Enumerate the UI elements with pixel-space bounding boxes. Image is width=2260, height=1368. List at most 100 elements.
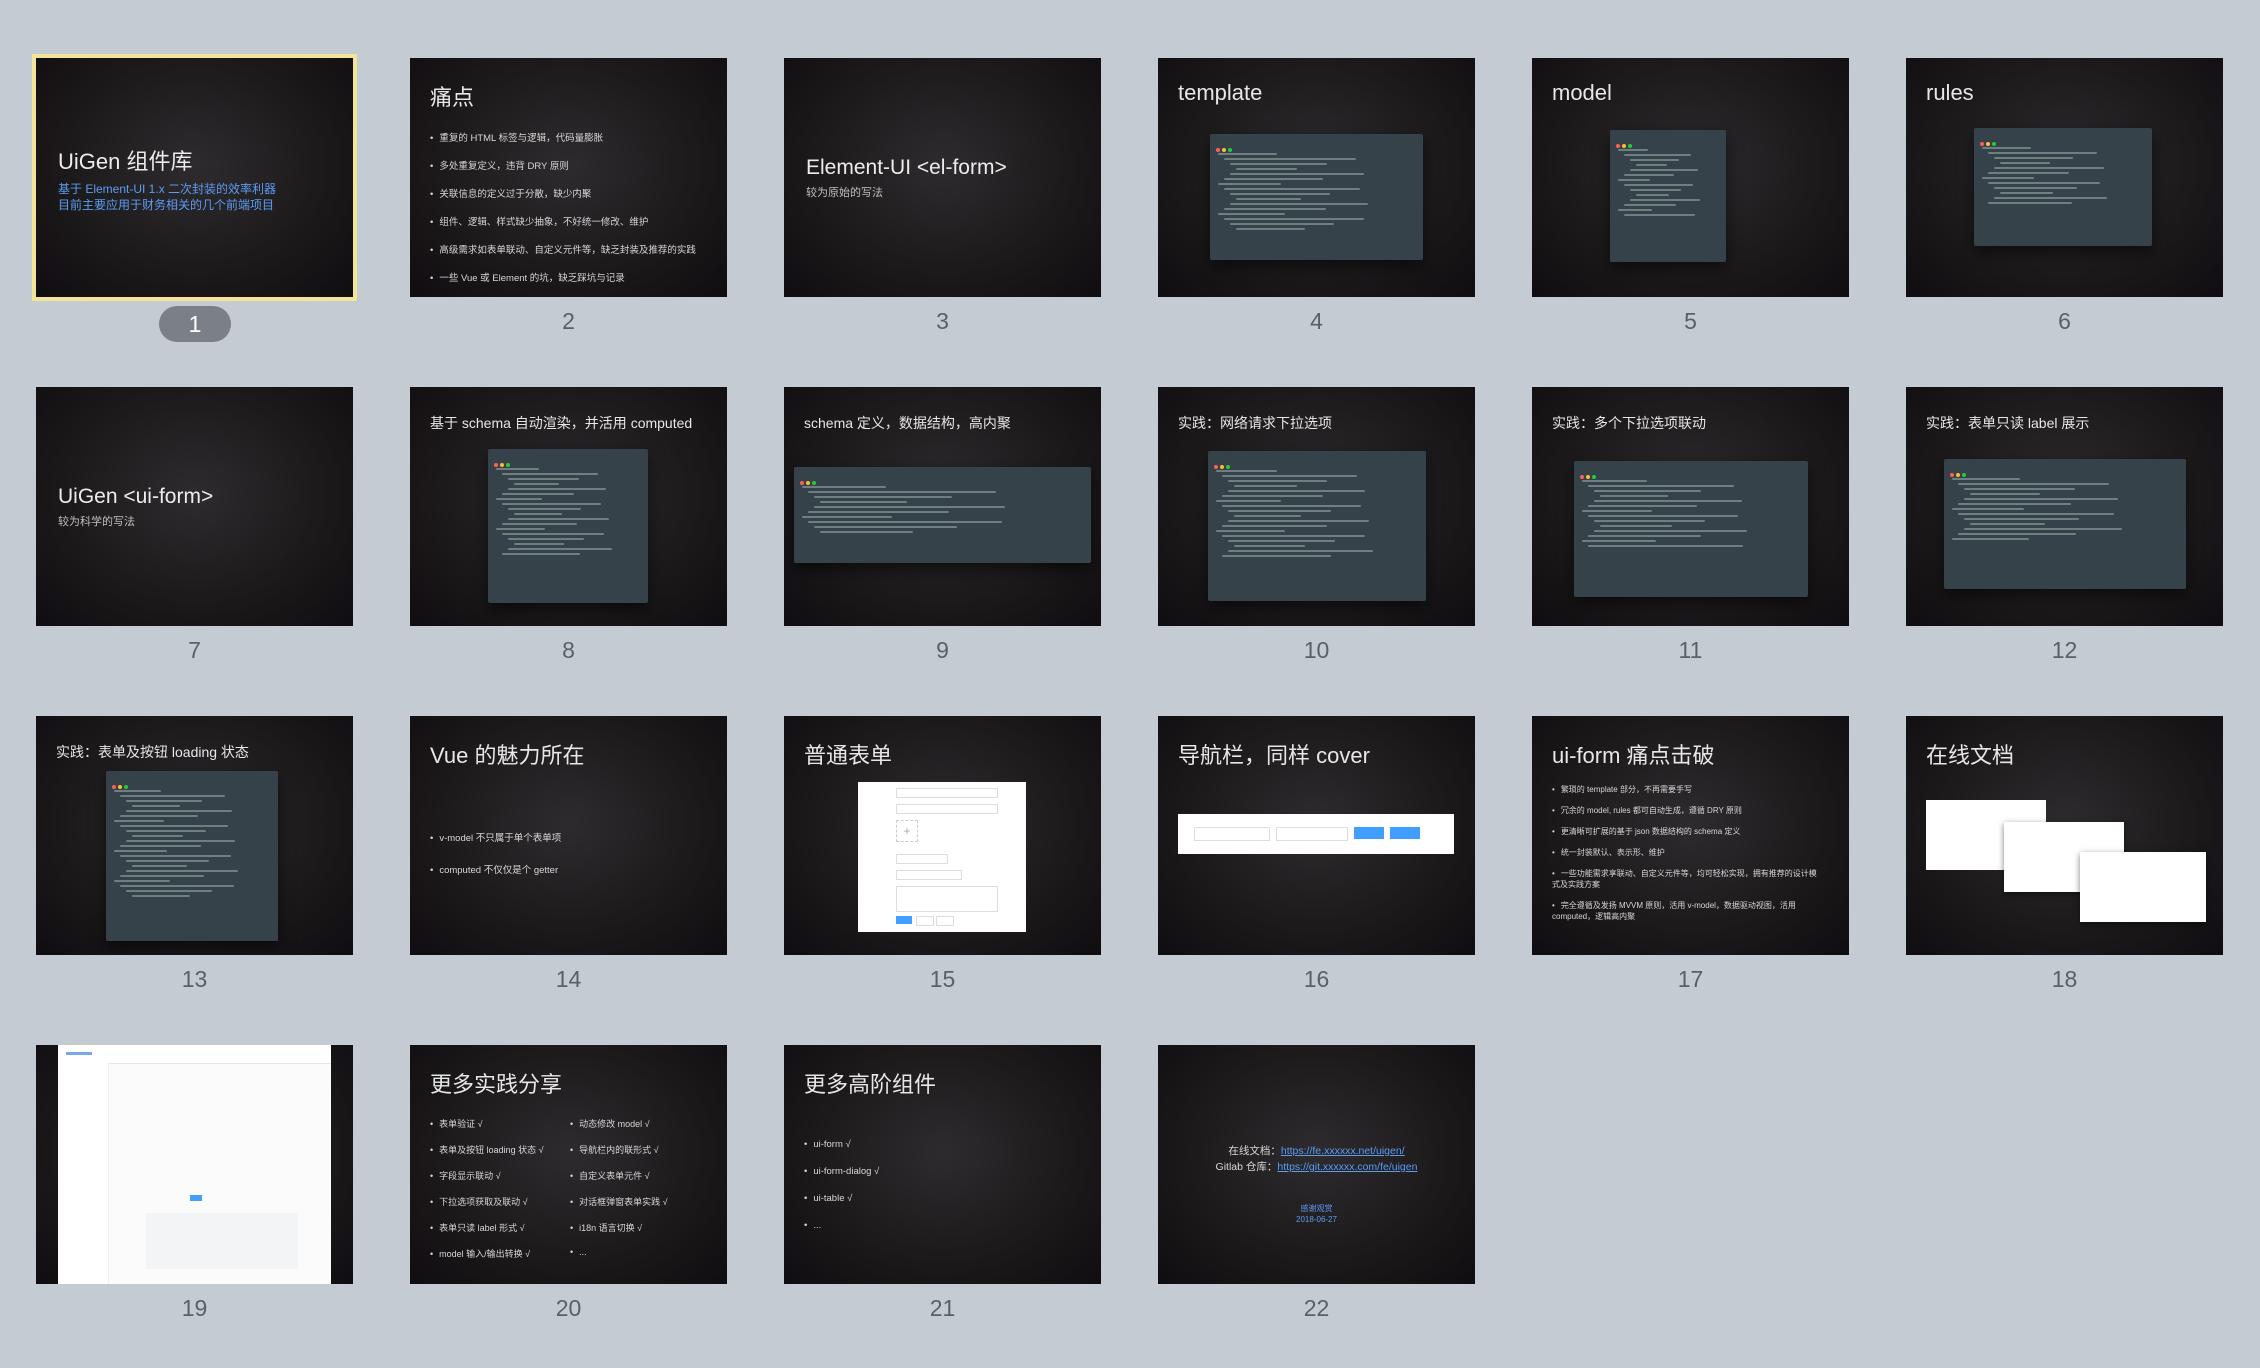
code-line: [1222, 535, 1366, 537]
code-line: [1224, 208, 1327, 210]
slide-7-canvas[interactable]: UiGen <ui-form> 较为科学的写法: [36, 387, 353, 626]
slide-11-canvas[interactable]: 实践：多个下拉选项联动: [1532, 387, 1849, 626]
slide-14-canvas[interactable]: Vue 的魅力所在 v-model 不只属于单个表单项 computed 不仅仅…: [410, 716, 727, 955]
slide-2-canvas[interactable]: 痛点 重复的 HTML 标签与逻辑，代码量膨胀 多处重复定义，违背 DRY 原则…: [410, 58, 727, 297]
code-line: [502, 503, 602, 505]
code-line: [1988, 202, 2073, 204]
git-link[interactable]: https://git.xxxxxx.com/fe/uigen: [1277, 1161, 1417, 1173]
code-line: [1994, 187, 2077, 189]
slide-15-canvas[interactable]: 普通表单 +: [784, 716, 1101, 955]
bullet: 表单只读 label 形式 √: [430, 1221, 544, 1234]
slide-number: 19: [181, 1295, 208, 1321]
slide-21-canvas[interactable]: 更多高阶组件 ui-form √ ui-form-dialog √ ui-tab…: [784, 1045, 1101, 1284]
slide-thumbnail-21[interactable]: 更多高阶组件 ui-form √ ui-form-dialog √ ui-tab…: [784, 1045, 1101, 1321]
slide-13-canvas[interactable]: 实践：表单及按钮 loading 状态: [36, 716, 353, 955]
code-line: [114, 820, 164, 822]
slide-title: UiGen <ui-form>: [58, 485, 214, 508]
bullet: 表单及按钮 loading 状态 √: [430, 1143, 543, 1156]
slide-thumbnail-4[interactable]: template 4: [1158, 58, 1475, 334]
slide-thumbnail-12[interactable]: 实践：表单只读 label 展示 12: [1906, 387, 2223, 663]
slide-17-canvas[interactable]: ui-form 痛点击破 繁琐的 template 部分，不再需要手写 冗余的 …: [1532, 716, 1849, 955]
code-line: [508, 538, 585, 540]
slide-thumbnail-6[interactable]: rules 6: [1906, 58, 2223, 334]
slide-thumbnail-1[interactable]: UiGen 组件库 基于 Element-UI 1.x 二次封装的效率利器 目前…: [32, 54, 357, 342]
code-screenshot: [1944, 459, 2186, 589]
doc-link-line: 在线文档：https://fe.xxxxxx.net/uigen/: [1158, 1143, 1475, 1158]
code-line: [508, 548, 612, 550]
slide-thumbnail-11[interactable]: 实践：多个下拉选项联动 11: [1532, 387, 1849, 663]
code-line: [502, 533, 605, 535]
slide-thumbnail-15[interactable]: 普通表单 + 15: [784, 716, 1101, 992]
slide-subtitle: 较为原始的写法: [806, 187, 883, 199]
slide-thumbnail-19[interactable]: 19: [36, 1045, 353, 1321]
slide-number: 16: [1303, 966, 1330, 992]
slide-18-canvas[interactable]: 在线文档: [1906, 716, 2223, 955]
code-line: [1222, 495, 1323, 497]
slide-thumbnail-3[interactable]: Element-UI <el-form> 较为原始的写法 3: [784, 58, 1101, 334]
code-line: [1222, 525, 1328, 527]
code-line: [1982, 147, 2031, 149]
bullet: 组件、逻辑、样式缺少抽象，不好统一修改、维护: [430, 214, 696, 228]
slide-22-canvas[interactable]: 在线文档：https://fe.xxxxxx.net/uigen/ Gitlab…: [1158, 1045, 1475, 1284]
slide-thumbnail-22[interactable]: 在线文档：https://fe.xxxxxx.net/uigen/ Gitlab…: [1158, 1045, 1475, 1321]
code-line: [1624, 184, 1693, 186]
bullet-list-left: 表单验证 √ 表单及按钮 loading 状态 √ 字段显示联动 √ 下拉选项获…: [430, 1117, 544, 1274]
code-line: [1216, 530, 1285, 532]
code-line: [1234, 485, 1297, 487]
slide-thumbnail-17[interactable]: ui-form 痛点击破 繁琐的 template 部分，不再需要手写 冗余的 …: [1532, 716, 1849, 992]
slide-thumbnail-16[interactable]: 导航栏，同样 cover 16: [1158, 716, 1475, 992]
slide-8-canvas[interactable]: 基于 schema 自动渲染，并活用 computed: [410, 387, 727, 626]
slide-thumbnail-2[interactable]: 痛点 重复的 HTML 标签与逻辑，代码量膨胀 多处重复定义，违背 DRY 原则…: [410, 58, 727, 334]
code-line: [1636, 194, 1669, 196]
code-line: [1964, 498, 2118, 500]
slide-title: 在线文档: [1926, 743, 2015, 768]
slide-title: 更多实践分享: [430, 1072, 563, 1097]
git-link-line: Gitlab 仓库：https://git.xxxxxx.com/fe/uige…: [1158, 1159, 1475, 1174]
slide-thumbnail-13[interactable]: 实践：表单及按钮 loading 状态 13: [36, 716, 353, 992]
doc-link[interactable]: https://fe.xxxxxx.net/uigen/: [1281, 1145, 1405, 1157]
code-line: [508, 508, 582, 510]
slide-thumbnail-7[interactable]: UiGen <ui-form> 较为科学的写法 7: [36, 387, 353, 663]
code-line: [1222, 505, 1362, 507]
slide-thumbnail-10[interactable]: 实践：网络请求下拉选项 10: [1158, 387, 1475, 663]
code-line: [514, 483, 559, 485]
navbar-screenshot: [1178, 814, 1454, 854]
code-line: [1988, 172, 2069, 174]
code-line: [1964, 528, 2123, 530]
slide-6-canvas[interactable]: rules: [1906, 58, 2223, 297]
slide-12-canvas[interactable]: 实践：表单只读 label 展示: [1906, 387, 2223, 626]
slide-number: 9: [936, 637, 949, 663]
slide-number: 4: [1310, 308, 1323, 334]
slide-5-canvas[interactable]: model: [1532, 58, 1849, 297]
code-line: [808, 511, 949, 513]
slide-thumbnail-8[interactable]: 基于 schema 自动渲染，并活用 computed 8: [410, 387, 727, 663]
bullet: 下拉选项获取及联动 √: [430, 1195, 544, 1208]
code-line: [1594, 530, 1747, 532]
code-line: [120, 875, 205, 877]
code-line: [1228, 510, 1332, 512]
bullet: 完全遵循及发扬 MVVM 原则，活用 v-model，数据驱动视图，活用 com…: [1552, 900, 1822, 922]
slide-thumbnail-5[interactable]: model 5: [1532, 58, 1849, 334]
code-line: [1230, 223, 1335, 225]
slide-4-canvas[interactable]: template: [1158, 58, 1475, 297]
slide-20-canvas[interactable]: 更多实践分享 表单验证 √ 表单及按钮 loading 状态 √ 字段显示联动 …: [410, 1045, 727, 1284]
code-line: [1230, 203, 1368, 205]
code-line: [126, 860, 209, 862]
slide-number: 15: [929, 966, 956, 992]
slide-19-canvas[interactable]: [36, 1045, 353, 1284]
code-line: [814, 496, 952, 498]
code-line: [120, 795, 225, 797]
bullet: 导航栏内的联形式 √: [570, 1143, 668, 1156]
slide-thumbnail-20[interactable]: 更多实践分享 表单验证 √ 表单及按钮 loading 状态 √ 字段显示联动 …: [410, 1045, 727, 1321]
slide-3-canvas[interactable]: Element-UI <el-form> 较为原始的写法: [784, 58, 1101, 297]
slide-thumbnail-9[interactable]: schema 定义，数据结构，高内聚 9: [784, 387, 1101, 663]
slide-thumbnail-14[interactable]: Vue 的魅力所在 v-model 不只属于单个表单项 computed 不仅仅…: [410, 716, 727, 992]
slide-thumbnail-18[interactable]: 在线文档 18: [1906, 716, 2223, 992]
slide-9-canvas[interactable]: schema 定义，数据结构，高内聚: [784, 387, 1101, 626]
slide-10-canvas[interactable]: 实践：网络请求下拉选项: [1158, 387, 1475, 626]
slide-1-canvas[interactable]: UiGen 组件库 基于 Element-UI 1.x 二次封装的效率利器 目前…: [32, 54, 357, 301]
code-line: [1588, 505, 1697, 507]
slide-16-canvas[interactable]: 导航栏，同样 cover: [1158, 716, 1475, 955]
bullet: 高级需求如表单联动、自定义元件等，缺乏封装及推荐的实践: [430, 242, 696, 256]
code-line: [502, 473, 599, 475]
